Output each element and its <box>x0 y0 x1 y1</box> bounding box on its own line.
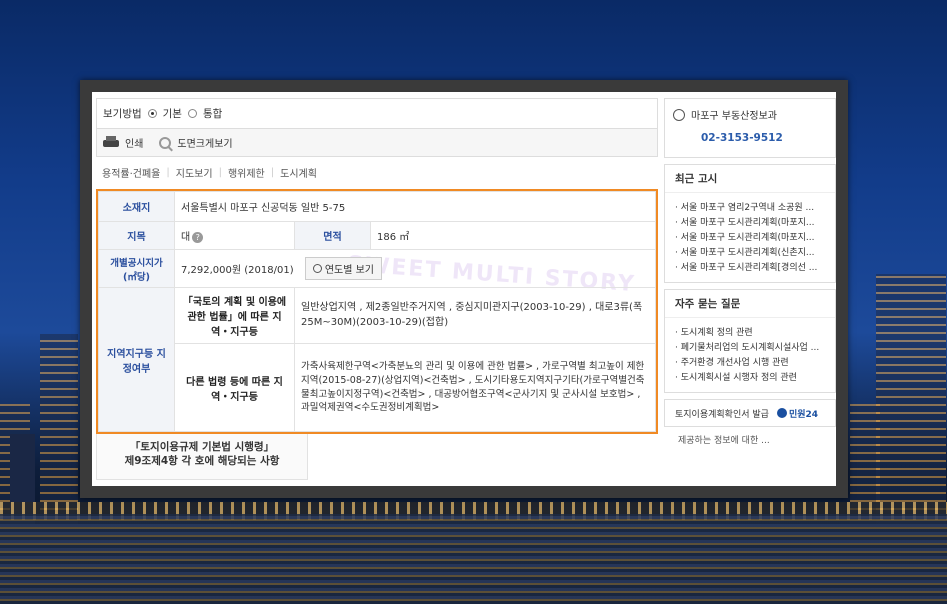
print-button[interactable]: 인쇄 <box>103 135 153 150</box>
law2-label: 다른 법령 등에 따른 지역・지구등 <box>174 343 295 432</box>
price-cell: 7,292,000원 (2018/01) 연도별 보기 <box>174 249 656 288</box>
view-mode-row: 보기방법 기본 통합 <box>96 98 658 129</box>
side-column: 마포구 부동산정보과 02-3153-9512 최근 고시 · 서울 마포구 염… <box>664 98 836 446</box>
list-item[interactable]: · 폐기물처리업의 도시계획시설사업 ... <box>675 341 827 356</box>
list-item[interactable]: · 서울 마포구 도시관리계획[경의선 ... <box>675 261 827 276</box>
regulation-row-label: 「토지이용규제 기본법 시행령」 제9조제4항 각 호에 해당되는 사항 <box>96 434 308 480</box>
location-value: 서울특별시 마포구 신공덕동 일반 5-75 <box>174 191 656 222</box>
view-mode-label: 보기방법 <box>103 108 142 120</box>
zoom-map-button[interactable]: 도면크게보기 <box>159 135 242 150</box>
list-item[interactable]: · 서울 마포구 도시관리계획(마포지... <box>675 231 827 246</box>
tab-far-bcr[interactable]: 용적률·건폐율 <box>102 165 160 180</box>
recent-notices: 최근 고시 · 서울 마포구 염리2구역내 소공원 ... · 서울 마포구 도… <box>664 164 836 283</box>
recent-title: 최근 고시 <box>665 165 835 193</box>
certificate-label: 토지이용계획확인서 발급 <box>675 409 769 420</box>
tab-restrictions[interactable]: 행위제한 <box>228 165 265 180</box>
radio-integrated-label[interactable]: 통합 <box>203 106 222 121</box>
land-info-table: 소재지 서울특별시 마포구 신공덕동 일반 5-75 지목 대? 면적 186 … <box>98 191 656 432</box>
law1-value: 일반상업지역 , 제2종일반주거지역 , 중심지미관지구(2003-10-29)… <box>294 287 656 344</box>
office-contact: 마포구 부동산정보과 02-3153-9512 <box>664 98 836 158</box>
price-label: 개별공시지가(㎡당) <box>98 249 175 288</box>
location-label: 소재지 <box>98 191 175 222</box>
regulation-label-line1: 「토지이용규제 기본법 시행령」 <box>129 441 275 453</box>
magnifier-icon <box>159 136 172 149</box>
office-name: 마포구 부동산정보과 <box>691 111 777 122</box>
radio-integrated[interactable] <box>187 109 197 118</box>
tab-map[interactable]: 지도보기 <box>176 165 213 180</box>
year-view-button[interactable]: 연도별 보기 <box>304 257 382 280</box>
radio-basic[interactable] <box>147 109 157 118</box>
radio-basic-label[interactable]: 기본 <box>163 106 182 121</box>
area-value: 186 ㎡ <box>370 221 656 250</box>
minwon24-label: 민원24 <box>788 409 819 420</box>
phone-icon <box>673 108 685 121</box>
faq-title: 자주 묻는 질문 <box>665 290 835 318</box>
list-item[interactable]: · 서울 마포구 도시관리계획(마포지... <box>675 216 827 231</box>
faq-section: 자주 묻는 질문 · 도시계획 정의 관련 · 폐기물처리업의 도시계획시설사업… <box>664 289 836 393</box>
list-item[interactable]: · 서울 마포구 도시관리계획(신촌지... <box>675 246 827 261</box>
jimok-cell: 대? <box>174 221 295 250</box>
printer-icon <box>103 136 119 149</box>
certificate-link[interactable]: 토지이용계획확인서 발급 민원24 <box>664 399 836 427</box>
regulation-label-line2: 제9조제4항 각 호에 해당되는 사항 <box>124 455 280 468</box>
content-panel: SWEET MULTI STORY 보기방법 기본 통합 인쇄 도면크게보기 용… <box>92 92 836 486</box>
zoom-map-label: 도면크게보기 <box>177 139 233 150</box>
list-item[interactable]: · 서울 마포구 염리2구역내 소공원 ... <box>675 201 827 216</box>
price-value: 7,292,000원 (2018/01) <box>181 265 294 276</box>
list-item[interactable]: · 도시계획 정의 관련 <box>675 326 827 341</box>
law2-value: 가축사육제한구역<가축분뇨의 관리 및 이용에 관한 법률> , 가로구역별 최… <box>294 343 656 432</box>
office-phone[interactable]: 02-3153-9512 <box>701 132 827 144</box>
tab-bar: 용적률·건폐율 | 지도보기 | 행위제한 | 도시계획 <box>102 165 317 180</box>
help-icon[interactable]: ? <box>192 231 204 243</box>
law1-label: 「국토의 계획 및 이용에 관한 법률」에 따른 지역・지구등 <box>174 287 295 344</box>
zone-label: 지역지구등 지정여부 <box>98 287 175 432</box>
print-label: 인쇄 <box>125 139 144 150</box>
minwon24-icon <box>776 408 787 418</box>
highlight-box: 소재지 서울특별시 마포구 신공덕동 일반 5-75 지목 대? 면적 186 … <box>96 189 658 434</box>
toolbar: 인쇄 도면크게보기 <box>96 129 658 157</box>
main-column: 보기방법 기본 통합 인쇄 도면크게보기 용적률·건폐율 | 지도보기 | 행위… <box>96 98 658 480</box>
notice-text: 제공하는 정보에 대한 ... <box>678 436 770 446</box>
area-label: 면적 <box>294 221 371 250</box>
search-icon <box>312 264 322 273</box>
jimok-value: 대 <box>181 232 191 243</box>
tab-urban-plan[interactable]: 도시계획 <box>280 165 317 180</box>
year-view-label: 연도별 보기 <box>324 265 374 276</box>
screenshot-frame: SWEET MULTI STORY 보기방법 기본 통합 인쇄 도면크게보기 용… <box>80 80 848 498</box>
list-item[interactable]: · 주거환경 개선사업 시행 관련 <box>675 356 827 371</box>
minwon24-logo: 민원24 <box>776 407 819 420</box>
list-item[interactable]: · 도시계획시설 시행자 정의 관련 <box>675 371 827 386</box>
jimok-label: 지목 <box>98 221 175 250</box>
